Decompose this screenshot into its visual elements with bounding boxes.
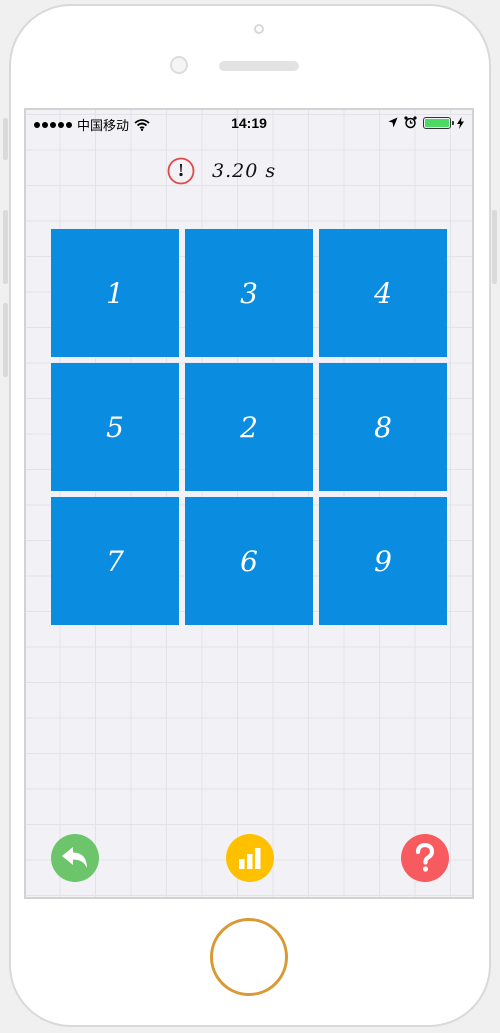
number-grid: 1 3 4 5 2 8 7 6 9 <box>51 229 449 627</box>
number-tile[interactable]: 2 <box>185 363 313 491</box>
number-tile[interactable]: 9 <box>319 497 447 625</box>
proximity-sensor <box>254 24 264 34</box>
earpiece-speaker <box>219 61 299 71</box>
number-tile[interactable]: 3 <box>185 229 313 357</box>
number-tile[interactable]: 6 <box>185 497 313 625</box>
power-button <box>492 210 497 284</box>
volume-down-button <box>3 303 8 377</box>
number-tile[interactable]: 5 <box>51 363 179 491</box>
mute-switch <box>3 118 8 160</box>
number-tile[interactable]: 4 <box>319 229 447 357</box>
app-screen: 中国移动 14:19 3.20 s 1 3 4 5 2 8 7 6 9 <box>24 108 474 899</box>
status-bar: 中国移动 14:19 <box>26 110 472 136</box>
stopwatch-icon <box>167 157 195 185</box>
charging-bolt-icon <box>457 116 464 129</box>
reply-arrow-icon <box>62 847 87 868</box>
battery-icon <box>423 116 454 129</box>
elapsed-time: 3.20 s <box>212 160 277 182</box>
status-icons <box>388 116 464 129</box>
number-tile[interactable]: 7 <box>51 497 179 625</box>
question-mark-icon <box>415 843 435 872</box>
volume-up-button <box>3 210 8 284</box>
number-tile[interactable]: 1 <box>51 229 179 357</box>
timer: 3.20 s <box>166 156 276 186</box>
location-arrow-icon <box>388 117 398 128</box>
help-button[interactable] <box>401 834 449 882</box>
home-button[interactable] <box>210 918 288 996</box>
stats-button[interactable] <box>226 834 274 882</box>
bar-chart-icon <box>239 848 261 869</box>
back-button[interactable] <box>51 834 99 882</box>
number-tile[interactable]: 8 <box>319 363 447 491</box>
alarm-clock-icon <box>404 116 417 129</box>
front-camera <box>170 56 188 74</box>
